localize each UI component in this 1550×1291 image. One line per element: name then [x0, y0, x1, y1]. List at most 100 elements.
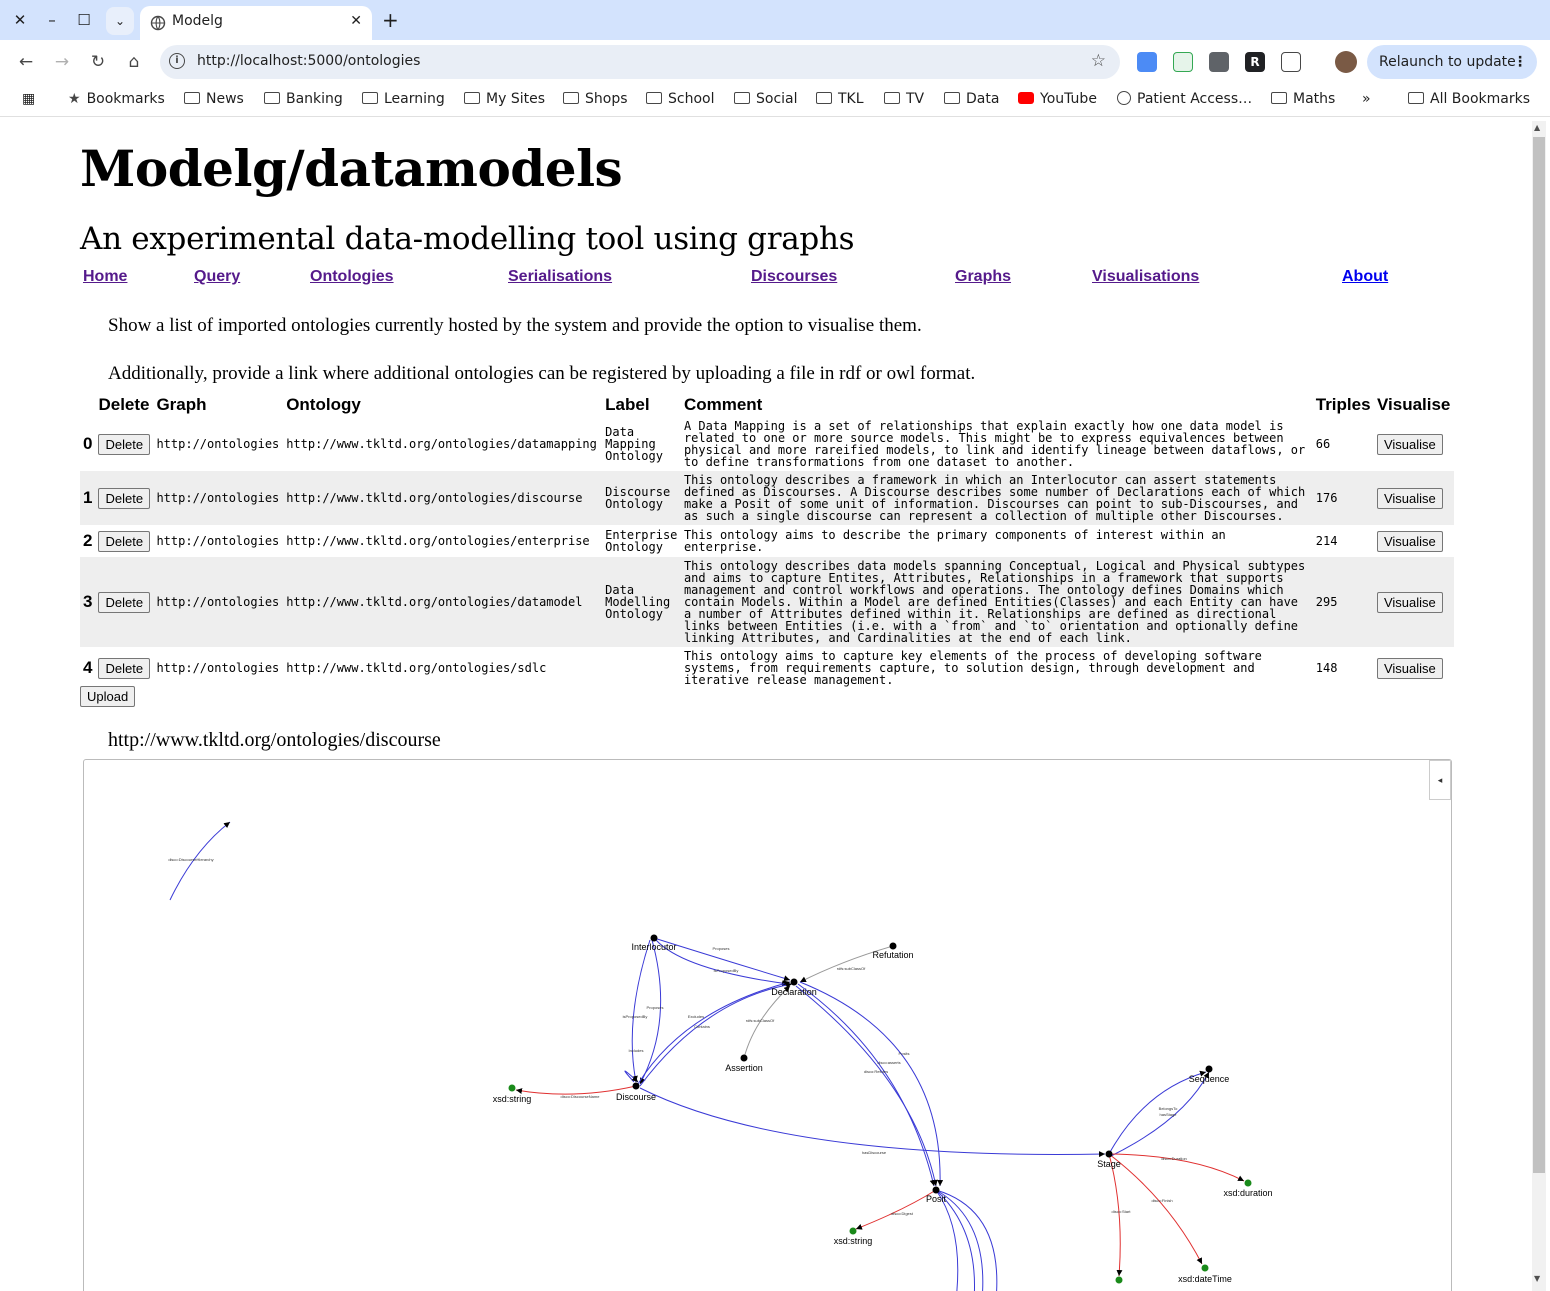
- graph-node-label: Refutation: [872, 950, 913, 960]
- bookmark-item[interactable]: Patient Access…: [1117, 91, 1252, 107]
- visualise-button[interactable]: Visualise: [1376, 487, 1443, 509]
- graph-node[interactable]: [790, 978, 798, 986]
- bookmark-item[interactable]: TKL: [816, 91, 864, 107]
- graph-node[interactable]: [740, 1054, 748, 1062]
- graph-node[interactable]: [1244, 1179, 1252, 1187]
- row-index-cell: 3: [80, 557, 96, 647]
- graph-node[interactable]: [632, 1082, 640, 1090]
- reload-icon[interactable]: ↻: [86, 51, 110, 75]
- visualise-cell: Visualise: [1374, 647, 1454, 689]
- nav-graphs[interactable]: Graphs: [955, 268, 1011, 286]
- graph-node[interactable]: [508, 1084, 516, 1092]
- bookmark-item[interactable]: School: [646, 91, 714, 107]
- nav-ontologies[interactable]: Ontologies: [310, 268, 394, 286]
- translate-extension-icon[interactable]: [1137, 52, 1157, 72]
- visualise-button[interactable]: Visualise: [1376, 530, 1443, 552]
- visualise-button[interactable]: Visualise: [1376, 657, 1443, 679]
- graph-node[interactable]: [932, 1186, 940, 1194]
- more-menu-icon[interactable]: ⋮: [1513, 45, 1527, 79]
- bookmark-item[interactable]: ★ Bookmarks: [68, 91, 165, 107]
- bookmark-item[interactable]: News: [184, 91, 244, 107]
- bookmark-item[interactable]: YouTube: [1018, 91, 1097, 107]
- all-bookmarks-button[interactable]: All Bookmarks: [1408, 91, 1530, 107]
- site-info-icon[interactable]: i: [169, 53, 185, 69]
- graph-node[interactable]: [849, 1227, 857, 1235]
- folder-icon: [362, 92, 378, 104]
- delete-cell: Delete: [95, 557, 154, 647]
- maximize-window-icon[interactable]: ☐: [72, 8, 96, 32]
- upload-button[interactable]: Upload: [80, 686, 136, 707]
- address-bar[interactable]: i http://localhost:5000/ontologies ☆: [160, 45, 1120, 79]
- delete-button[interactable]: Delete: [98, 433, 151, 455]
- puzzle-icon[interactable]: [1281, 52, 1301, 72]
- graph-visualisation[interactable]: ◂ disco:DiscourseHierarchy Proposes isProp…: [83, 759, 1452, 1291]
- bookmark-item[interactable]: Learning: [362, 91, 445, 107]
- visualise-button[interactable]: Visualise: [1376, 591, 1443, 613]
- row-index: 2: [83, 531, 93, 550]
- visualise-button[interactable]: Visualise: [1376, 433, 1443, 455]
- bookmark-item[interactable]: TV: [884, 91, 924, 107]
- r-extension-icon[interactable]: R: [1245, 52, 1265, 72]
- intro-line-1: Show a list of imported ontologies curre…: [108, 315, 922, 336]
- scroll-down-icon[interactable]: ▼: [1534, 1274, 1540, 1283]
- apps-grid-icon[interactable]: ▦: [22, 91, 35, 107]
- bookmark-item[interactable]: Data: [944, 91, 999, 107]
- close-window-icon[interactable]: ✕: [8, 8, 32, 32]
- extension-icon[interactable]: [1209, 52, 1229, 72]
- address-url[interactable]: http://localhost:5000/ontologies: [197, 53, 420, 69]
- delete-button[interactable]: Delete: [98, 591, 151, 613]
- nav-discourses[interactable]: Discourses: [751, 268, 837, 286]
- bookmarks-overflow-icon[interactable]: »: [1362, 91, 1371, 107]
- row-ontology: http://www.tkltd.org/ontologies/discours…: [286, 491, 583, 505]
- delete-button[interactable]: Delete: [98, 657, 151, 679]
- graph-node[interactable]: [1115, 1276, 1123, 1284]
- relaunch-button[interactable]: Relaunch to update ⋮: [1367, 45, 1537, 79]
- bookmark-item[interactable]: My Sites: [464, 91, 545, 107]
- delete-button[interactable]: Delete: [98, 530, 151, 552]
- home-icon[interactable]: ⌂: [122, 51, 146, 75]
- panel-toggle-icon[interactable]: ◂: [1429, 760, 1451, 800]
- browser-toolbar: ← → ↻ ⌂ i http://localhost:5000/ontologi…: [0, 40, 1550, 85]
- graph-node[interactable]: [650, 934, 658, 942]
- row-triples-cell: 148: [1313, 647, 1374, 689]
- folder-icon: [884, 92, 900, 104]
- youtube-icon: [1018, 92, 1034, 104]
- nav-about[interactable]: About: [1342, 268, 1388, 286]
- page-scrollbar[interactable]: ▲ ▼: [1532, 121, 1546, 1291]
- edge-label: Proposes: [713, 946, 730, 951]
- graph-node[interactable]: [1105, 1150, 1113, 1158]
- graph-canvas[interactable]: disco:DiscourseHierarchy Proposes isPropos…: [84, 760, 1452, 1291]
- nav-home[interactable]: Home: [83, 268, 127, 286]
- edge-label: Posits: [899, 1051, 910, 1056]
- folder-icon: [816, 92, 832, 104]
- bookmark-label: Banking: [286, 91, 343, 107]
- scrollbar-thumb[interactable]: [1533, 137, 1545, 1173]
- close-tab-icon[interactable]: ✕: [350, 13, 362, 29]
- nav-query[interactable]: Query: [194, 268, 240, 286]
- forward-icon[interactable]: →: [50, 51, 74, 75]
- scroll-up-icon[interactable]: ▲: [1534, 123, 1540, 132]
- graph-node[interactable]: [1201, 1264, 1209, 1272]
- minimize-window-icon[interactable]: –: [40, 8, 64, 32]
- shield-extension-icon[interactable]: [1173, 52, 1193, 72]
- bookmark-item[interactable]: Maths: [1271, 91, 1335, 107]
- browser-tab[interactable]: Modelg ✕: [140, 6, 372, 40]
- nav-serialisations[interactable]: Serialisations: [508, 268, 612, 286]
- graph-node[interactable]: [889, 942, 897, 950]
- bookmark-item[interactable]: Social: [734, 91, 798, 107]
- graph-node[interactable]: [1205, 1065, 1213, 1073]
- back-icon[interactable]: ←: [14, 51, 38, 75]
- all-bookmarks-label: All Bookmarks: [1430, 91, 1531, 107]
- bookmark-star-icon[interactable]: ☆: [1091, 51, 1106, 71]
- nav-visualisations[interactable]: Visualisations: [1092, 268, 1199, 286]
- bookmark-item[interactable]: Banking: [264, 91, 343, 107]
- bookmark-item[interactable]: Shops: [563, 91, 628, 107]
- new-tab-icon[interactable]: +: [382, 8, 399, 32]
- header-ontology: Ontology: [286, 395, 361, 414]
- tab-search-icon[interactable]: ⌄: [106, 7, 134, 35]
- graph-node-label: xsd:string: [493, 1094, 532, 1104]
- profile-avatar[interactable]: [1335, 51, 1357, 73]
- row-ontology: http://www.tkltd.org/ontologies/sdlc: [286, 661, 547, 675]
- row-comment: A Data Mapping is a set of relationships…: [683, 419, 1306, 469]
- delete-button[interactable]: Delete: [98, 487, 151, 509]
